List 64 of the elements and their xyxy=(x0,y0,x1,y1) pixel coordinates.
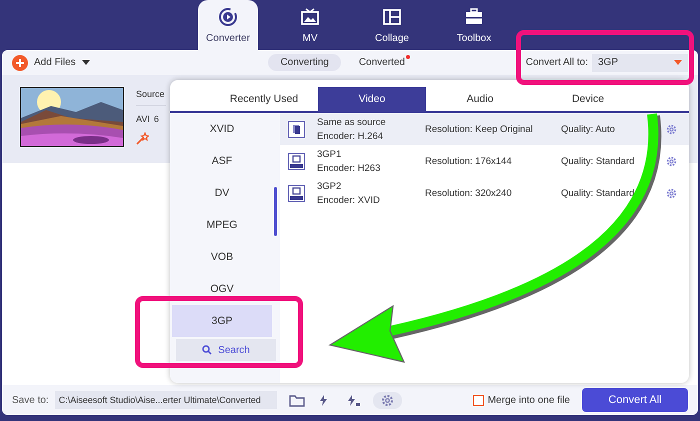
settings-icon xyxy=(380,394,394,406)
category-tab[interactable]: Audio xyxy=(426,87,534,111)
tv-icon xyxy=(300,6,320,26)
category-tab[interactable]: Recently Used xyxy=(210,87,318,111)
quality-text: Quality: Standard xyxy=(561,156,636,166)
merge-checkbox[interactable] xyxy=(472,394,484,406)
scrollbar[interactable] xyxy=(274,187,277,236)
convert-icon xyxy=(218,6,238,26)
format-item[interactable]: ASF xyxy=(172,145,272,177)
format-item[interactable]: VOB xyxy=(172,241,272,273)
resolution-text: Resolution: Keep Original xyxy=(425,124,534,134)
folder-icon[interactable] xyxy=(288,394,305,406)
encoder-text: Encoder: H.264 xyxy=(317,130,384,142)
preset-name: Same as source xyxy=(317,116,387,128)
plus-icon xyxy=(12,54,28,70)
category-tab[interactable]: Device xyxy=(534,87,642,111)
preset-row[interactable]: 3GP2 Encoder: XVID Resolution: 320x240 Quality: Standard xyxy=(280,177,689,209)
format-dropdown[interactable]: 3GP xyxy=(592,54,688,72)
format-item[interactable]: XVID xyxy=(172,113,272,145)
settings-button[interactable] xyxy=(372,392,402,408)
format-text: AVI xyxy=(136,114,150,124)
toolbox-icon xyxy=(464,6,484,26)
search-button[interactable]: Search xyxy=(176,339,276,361)
add-files-button[interactable]: Add Files xyxy=(12,54,76,70)
preset-name: 3GP1 xyxy=(317,148,342,160)
notification-dot xyxy=(406,55,410,59)
convert-all-label: Convert All to: xyxy=(526,57,588,68)
caret-icon[interactable] xyxy=(82,60,90,65)
encoder-text: Encoder: H263 xyxy=(317,162,382,174)
quality-text: Quality: Standard xyxy=(561,188,636,198)
nav-tab[interactable]: Collage xyxy=(362,0,422,50)
quality-text: Quality: Auto xyxy=(561,124,616,134)
convert-all-button[interactable]: Convert All xyxy=(582,388,688,412)
search-icon xyxy=(202,345,212,355)
encoder-text: Encoder: XVID xyxy=(317,194,381,206)
save-to-label: Save to: xyxy=(12,394,49,406)
nav-tab[interactable]: Converter xyxy=(198,0,258,50)
view-tab[interactable]: Converting xyxy=(268,54,341,71)
source-label: Source xyxy=(136,89,166,106)
category-tab[interactable]: Video xyxy=(318,87,426,111)
format-item[interactable]: MPEG xyxy=(172,209,272,241)
format-item[interactable]: OGV xyxy=(172,273,272,305)
copy-icon xyxy=(288,120,305,138)
view-tab[interactable]: Converted xyxy=(346,54,417,71)
caret-icon xyxy=(674,60,682,65)
merge-label: Merge into one file xyxy=(488,394,570,406)
size-text: 6 xyxy=(154,114,159,124)
settings-icon[interactable] xyxy=(666,188,677,198)
path-field[interactable]: C:\Aiseesoft Studio\Aise...erter Ultimate\Converted xyxy=(54,391,277,409)
wand-icon[interactable] xyxy=(136,132,149,145)
preset-name: 3GP2 xyxy=(317,180,342,192)
preset-row[interactable]: Same as source Encoder: H.264 Resolution: Keep Original Quality: Auto xyxy=(280,113,689,145)
nav-tab[interactable]: Toolbox xyxy=(444,0,504,50)
format-item[interactable]: DV xyxy=(172,177,272,209)
resolution-text: Resolution: 176x144 xyxy=(425,156,513,166)
nav-tab[interactable]: MV xyxy=(280,0,340,50)
collage-icon xyxy=(382,6,402,26)
preset-row[interactable]: 3GP1 Encoder: H263 Resolution: 176x144 Quality: Standard xyxy=(280,145,689,177)
file-icon xyxy=(288,184,305,202)
settings-icon[interactable] xyxy=(666,124,677,134)
format-item[interactable]: 3GP xyxy=(172,305,272,337)
file-icon xyxy=(288,152,305,170)
settings-icon[interactable] xyxy=(666,156,677,166)
resolution-text: Resolution: 320x240 xyxy=(425,188,513,198)
